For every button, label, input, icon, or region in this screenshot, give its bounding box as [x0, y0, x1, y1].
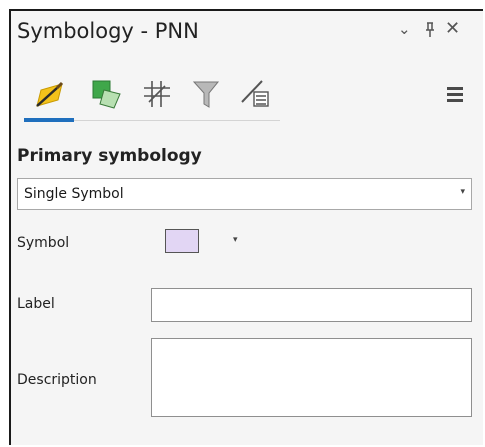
symbol-dropdown-icon[interactable]: ▾: [233, 235, 238, 245]
description-input[interactable]: [151, 338, 472, 417]
active-tab-indicator: [24, 118, 74, 122]
grid-hash-icon[interactable]: [140, 78, 174, 110]
funnel-filter-icon[interactable]: [190, 78, 224, 110]
chevron-down-icon: ▾: [460, 187, 465, 197]
menu-icon[interactable]: [447, 87, 463, 105]
symbol-swatch[interactable]: [165, 229, 199, 253]
symbol-label: Symbol: [17, 235, 70, 251]
primary-symbology-select[interactable]: Single Symbol ▾: [17, 178, 472, 210]
brush-list-icon[interactable]: [238, 78, 272, 110]
label-field-label: Label: [17, 296, 55, 312]
description-field-label: Description: [17, 372, 97, 388]
selected-symbology: Single Symbol: [24, 186, 124, 202]
paint-brush-icon[interactable]: [32, 78, 66, 110]
close-icon[interactable]: ✕: [445, 18, 460, 39]
chevron-down-icon[interactable]: ⌄: [398, 20, 411, 38]
label-input[interactable]: [151, 288, 472, 322]
layer-overlay-icon[interactable]: [90, 78, 124, 110]
pin-icon[interactable]: [424, 22, 436, 42]
pane-title: Symbology - PNN: [17, 19, 199, 43]
primary-symbology-heading: Primary symbology: [17, 146, 202, 166]
